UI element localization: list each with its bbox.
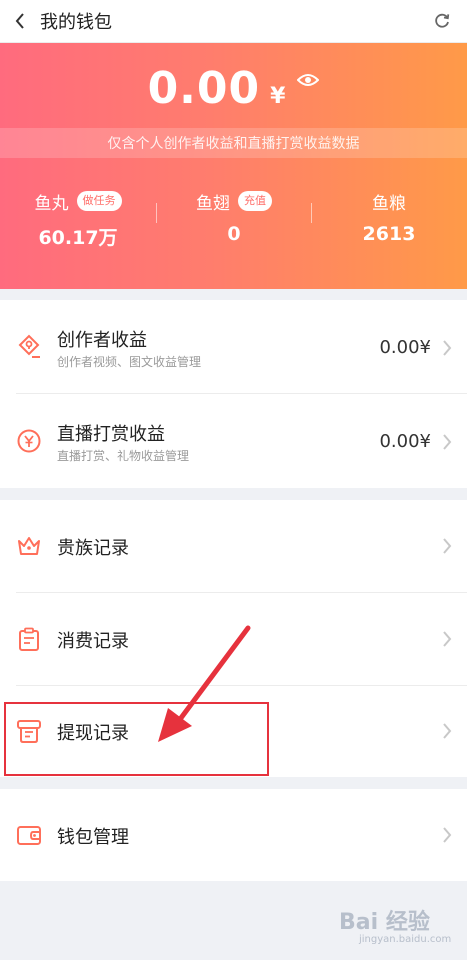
do-task-button[interactable]: 做任务 [76, 191, 122, 211]
stat-name: 鱼粮 [372, 193, 406, 214]
chevron-right-icon [443, 631, 452, 647]
chevron-right-icon [443, 340, 452, 356]
row-amount: 0.00¥ [379, 431, 431, 452]
stat-value: 60.17万 [38, 227, 118, 249]
notice-bar: 仅含个人创作者收益和直播打赏收益数据 [0, 128, 467, 158]
row-label: 贵族记录 [57, 538, 129, 559]
eye-icon[interactable] [297, 73, 320, 87]
crown-icon [18, 537, 40, 555]
live-earnings-row[interactable]: 直播打赏收益 直播打赏、礼物收益管理 0.00¥ [0, 394, 467, 488]
nav-bar: 我的钱包 [0, 0, 467, 43]
back-button[interactable] [0, 0, 40, 43]
wallet-management-row[interactable]: 钱包管理 [0, 789, 467, 881]
row-label: 创作者收益 [57, 330, 147, 351]
earnings-card: 创作者收益 创作者视频、图文收益管理 0.00¥ 直播打赏收益 直播打赏、礼物收… [0, 300, 467, 488]
stats-row: 鱼丸 做任务 60.17万 鱼翅 充值 0 鱼粮 2613 [0, 189, 467, 249]
balance-value: 0.00 [147, 63, 261, 114]
row-amount: 0.00¥ [379, 337, 431, 358]
watermark-logo: Bai 经验 [339, 910, 430, 935]
page-title: 我的钱包 [40, 12, 112, 33]
clipboard-icon [19, 627, 39, 651]
creator-earnings-row[interactable]: 创作者收益 创作者视频、图文收益管理 0.00¥ [0, 300, 467, 393]
watermark-url: jingyan.baidu.com [359, 934, 452, 945]
chevron-left-icon [15, 13, 24, 29]
refresh-button[interactable] [431, 10, 453, 32]
chevron-right-icon [443, 723, 452, 739]
recharge-button[interactable]: 充值 [238, 191, 272, 211]
chevron-right-icon [443, 538, 452, 554]
notice-text: 仅含个人创作者收益和直播打赏收益数据 [107, 136, 360, 152]
stat-yuchi[interactable]: 鱼翅 充值 0 [156, 189, 312, 245]
stat-name: 鱼丸 [34, 193, 69, 214]
stat-value: 0 [227, 223, 241, 245]
watermark: Bai 经验 jingyan.baidu.com [339, 904, 452, 950]
row-label: 消费记录 [57, 631, 129, 652]
balance-currency: ¥ [270, 84, 286, 109]
annotation-arrow-icon [158, 625, 251, 742]
chevron-right-icon [443, 434, 452, 450]
stat-name: 鱼翅 [196, 193, 230, 214]
wallet-card: 钱包管理 [0, 789, 467, 881]
chevron-right-icon [443, 827, 452, 843]
refresh-icon [435, 13, 450, 28]
stat-yuwan[interactable]: 鱼丸 做任务 60.17万 [0, 189, 156, 250]
row-label: 钱包管理 [57, 827, 129, 848]
row-subtitle: 直播打赏、礼物收益管理 [57, 449, 190, 463]
noble-records-row[interactable]: 贵族记录 [0, 500, 467, 592]
diamond-coin-icon [18, 334, 40, 358]
stat-value: 2613 [362, 223, 416, 245]
stat-yuliang[interactable]: 鱼粮 2613 [311, 189, 467, 246]
row-subtitle: 创作者视频、图文收益管理 [57, 355, 202, 369]
wallet-icon [17, 826, 41, 845]
yen-coin-icon [17, 429, 41, 453]
row-label: 直播打赏收益 [57, 424, 165, 445]
balance-header: 0.00 ¥ 仅含个人创作者收益和直播打赏收益数据 鱼丸 做任务 60.17万 … [0, 43, 467, 289]
